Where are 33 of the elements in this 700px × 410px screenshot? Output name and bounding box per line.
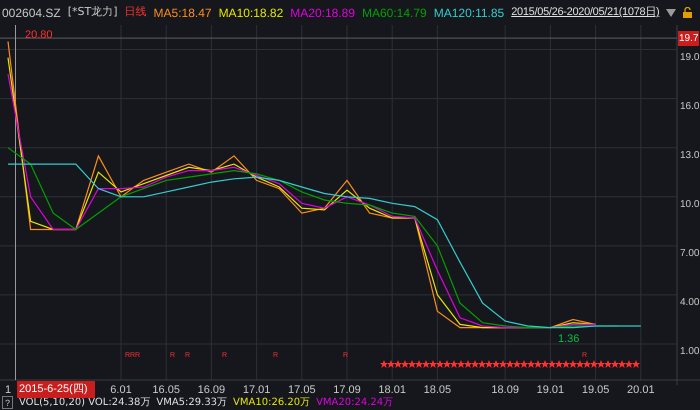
- date-axis-label: 17.01: [242, 383, 270, 397]
- date-axis-label: 19.01: [536, 383, 564, 397]
- help-button[interactable]: ?: [2, 396, 13, 408]
- date-axis-label: 17.09: [333, 383, 361, 397]
- moving-average-value: MA5:18.47: [154, 4, 212, 22]
- date-axis-label: 1: [4, 383, 12, 397]
- volume-indicator-value: VMA5:29.33万: [156, 396, 228, 410]
- period-label: 日线: [124, 4, 147, 20]
- date-axis-label: 20.01: [627, 383, 655, 397]
- date-axis-label: 16.09: [198, 383, 226, 397]
- date-axis-label: 18.01: [378, 383, 406, 397]
- date-axis-label: 6.01: [110, 383, 132, 397]
- current-price-tag: 19.7: [678, 31, 700, 46]
- date-axis-label: 19.05: [582, 383, 610, 397]
- moving-average-value: MA10:18.82: [218, 4, 284, 22]
- date-axis-label: 18.05: [424, 383, 452, 397]
- volume-indicator-value: VMA20:24.24万: [316, 396, 394, 410]
- volume-indicator-value: VMA10:26.20万: [233, 396, 310, 410]
- date-range-link[interactable]: 2015/05/26-2020/05/21(1078日): [511, 4, 660, 21]
- moving-average-value: MA20:18.89: [290, 4, 355, 22]
- volume-indicator-value: VOL(5,10,20) VOL:24.38万: [19, 396, 150, 410]
- date-axis-label: 17.05: [288, 383, 316, 397]
- lock-icon[interactable]: [683, 7, 692, 18]
- stock-code: 002604.SZ: [2, 4, 61, 22]
- dropdown-triangle-icon[interactable]: [666, 8, 676, 16]
- stock-name: [*ST龙力]: [68, 4, 118, 20]
- high-price-label: 20.80: [25, 28, 53, 43]
- low-price-label: 1.36: [558, 332, 580, 347]
- date-axis-label: 18.09: [491, 383, 519, 397]
- date-axis-label: 16.05: [152, 383, 180, 397]
- cursor-date-tag: 2015-6-25(四): [17, 381, 96, 398]
- moving-average-value: MA120:11.85: [434, 4, 504, 22]
- moving-average-value: MA60:14.79: [362, 4, 427, 22]
